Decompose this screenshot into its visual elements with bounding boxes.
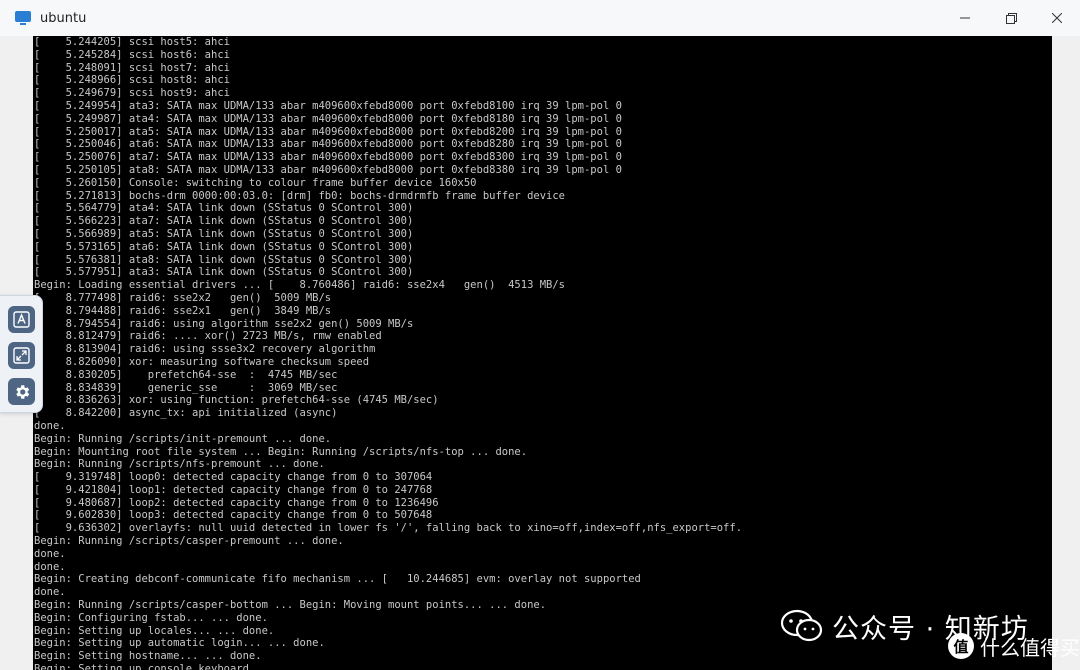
- console-line: Begin: Running /scripts/casper-premount …: [34, 535, 344, 548]
- keyboard-button[interactable]: [8, 306, 35, 333]
- maximize-button[interactable]: [988, 0, 1034, 36]
- console-line: [ 5.248966] scsi host8: ahci: [34, 74, 230, 87]
- fit-screen-icon: [13, 347, 30, 364]
- console-line: Begin: Running /scripts/init-premount ..…: [34, 432, 332, 445]
- console-line: [ 5.248091] scsi host7: ahci: [34, 61, 230, 74]
- gear-icon: [15, 384, 29, 399]
- console-line: [ 8.812479] raid6: .... xor() 2723 MB/s,…: [34, 330, 382, 343]
- console-line: [ 9.319748] loop0: detected capacity cha…: [34, 471, 433, 484]
- console-line: done.: [34, 586, 66, 599]
- console-line: Begin: Running /scripts/nfs-premount ...…: [34, 458, 325, 471]
- console-line: [ 5.249679] scsi host9: ahci: [34, 87, 230, 100]
- console-line: [ 5.250046] ata6: SATA max UDMA/133 abar…: [34, 138, 622, 151]
- console-line: Begin: Loading essential drivers ... [ 8…: [34, 279, 566, 292]
- console-line: [ 9.480687] loop2: detected capacity cha…: [34, 496, 439, 509]
- minimize-icon: [960, 17, 970, 19]
- console-line: [ 5.249954] ata3: SATA max UDMA/133 abar…: [34, 99, 622, 112]
- brand-text: 什么值得买: [980, 635, 1080, 660]
- console-line: done.: [34, 560, 66, 573]
- console-line: [ 9.636302] overlayfs: null uuid detecte…: [34, 522, 743, 535]
- console-line: Begin: Creating debconf-communicate fifo…: [34, 573, 641, 586]
- window-title: ubuntu: [40, 10, 87, 26]
- console-output: [ 5.244205] scsi host5: ahci[ 5.245284] …: [33, 36, 1052, 670]
- console-line: [ 8.830205] prefetch64-sse : 4745 MB/sec: [34, 368, 338, 381]
- minimize-button[interactable]: [942, 0, 988, 36]
- console-line: Begin: Setting hostname... ... done.: [34, 650, 262, 663]
- console-line: [ 8.813904] raid6: using ssse3x2 recover…: [34, 343, 376, 356]
- console-line: [ 8.842200] async_tx: api initialized (a…: [34, 407, 338, 420]
- brand-watermark: 值 什么值得买: [948, 628, 1080, 664]
- keyboard-a-icon: [13, 311, 30, 328]
- console-line: Begin: Mounting root file system ... Beg…: [34, 445, 528, 458]
- console-line: done.: [34, 419, 66, 432]
- console-line: [ 5.577951] ata3: SATA link down (SStatu…: [34, 266, 414, 279]
- console-line: [ 5.573165] ata6: SATA link down (SStatu…: [34, 240, 414, 253]
- wechat-icon: [780, 609, 823, 642]
- window-controls: [942, 0, 1080, 36]
- console-line: [ 5.245284] scsi host6: ahci: [34, 48, 230, 61]
- maximize-icon: [1005, 12, 1017, 24]
- fit-screen-button[interactable]: [8, 342, 35, 369]
- console-line: Begin: Setting up console keyboard... ..…: [34, 663, 294, 670]
- console-line: [ 5.244205] scsi host5: ahci: [34, 36, 230, 48]
- console-line: [ 9.602830] loop3: detected capacity cha…: [34, 509, 433, 522]
- brand-badge: 值: [948, 633, 974, 659]
- console-line: [ 5.250017] ata5: SATA max UDMA/133 abar…: [34, 125, 622, 138]
- close-button[interactable]: [1034, 0, 1080, 36]
- console-line: [ 5.260150] Console: switching to colour…: [34, 176, 477, 189]
- close-icon: [1052, 13, 1062, 23]
- console-line: [ 8.777498] raid6: sse2x2 gen() 5009 MB/…: [34, 291, 332, 304]
- monitor-icon: [15, 11, 31, 25]
- console-line: [ 5.576381] ata8: SATA link down (SStatu…: [34, 253, 414, 266]
- title-bar: ubuntu: [0, 0, 1080, 37]
- console-line: [ 5.564779] ata4: SATA link down (SStatu…: [34, 202, 414, 215]
- console-line: [ 8.794488] raid6: sse2x1 gen() 3849 MB/…: [34, 304, 332, 317]
- console-line: [ 5.249987] ata4: SATA max UDMA/133 abar…: [34, 112, 622, 125]
- console-line: [ 5.566989] ata5: SATA link down (SStatu…: [34, 227, 414, 240]
- console-line: [ 5.250105] ata8: SATA max UDMA/133 abar…: [34, 163, 622, 176]
- console-line: done.: [34, 547, 66, 560]
- console-line: [ 5.566223] ata7: SATA link down (SStatu…: [34, 215, 414, 228]
- console-line: [ 8.794554] raid6: using algorithm sse2x…: [34, 317, 414, 330]
- console-line: [ 5.250076] ata7: SATA max UDMA/133 abar…: [34, 151, 622, 164]
- console-line: [ 9.421804] loop1: detected capacity cha…: [34, 483, 433, 496]
- console-line: [ 8.826090] xor: measuring software chec…: [34, 355, 370, 368]
- floating-toolbar: [0, 295, 43, 413]
- console-line: [ 8.836263] xor: using function: prefetc…: [34, 394, 439, 407]
- settings-button[interactable]: [8, 378, 35, 405]
- scrollbar-track[interactable]: [1052, 36, 1080, 670]
- console-line: [ 8.834839] generic_sse : 3069 MB/sec: [34, 381, 338, 394]
- console-line: [ 5.271813] bochs-drm 0000:00:03.0: [drm…: [34, 189, 566, 202]
- console-screen[interactable]: [ 5.244205] scsi host5: ahci[ 5.245284] …: [33, 36, 1052, 670]
